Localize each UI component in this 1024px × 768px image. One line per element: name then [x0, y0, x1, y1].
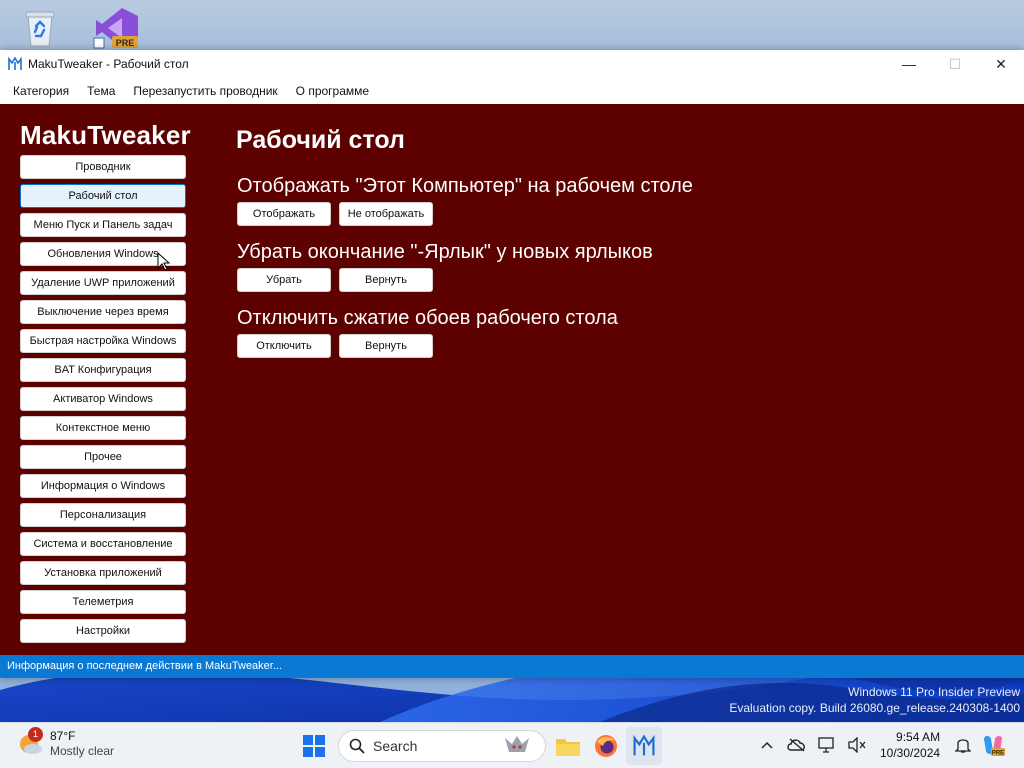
section-show-this-pc: Отображать "Этот Компьютер" на рабочем с…: [237, 175, 693, 226]
makutweaker-app-icon: [8, 57, 22, 70]
sidebar-item-quick-setup[interactable]: Быстрая настройка Windows: [20, 329, 186, 353]
weather-alert-badge: 1: [28, 727, 43, 742]
folder-icon: [556, 739, 580, 756]
section-title: Отображать "Этот Компьютер" на рабочем с…: [237, 175, 693, 197]
sidebar-item-uwp-removal[interactable]: Удаление UWP приложений: [20, 271, 186, 295]
notifications-button[interactable]: [948, 729, 978, 761]
cloud-offline-icon: [787, 738, 805, 752]
start-button[interactable]: [296, 727, 332, 765]
svg-text:PRE: PRE: [116, 38, 135, 48]
sidebar-item-desktop[interactable]: Рабочий стол: [20, 184, 186, 208]
windows-logo-icon: [303, 735, 325, 757]
taskbar: 1 87°F Mostly clear Search 9:54 AM 10/30…: [0, 722, 1024, 768]
section-title: Убрать окончание "-Ярлык" у новых ярлыко…: [237, 241, 653, 263]
sidebar-item-settings[interactable]: Настройки: [20, 619, 186, 643]
mouse-cursor-icon: [157, 252, 171, 271]
weather-temperature: 87°F: [50, 729, 76, 743]
page-title: Рабочий стол: [236, 126, 405, 154]
copilot-icon: PRE: [984, 736, 1006, 757]
sidebar-item-personalization[interactable]: Персонализация: [20, 503, 186, 527]
taskbar-firefox[interactable]: [588, 727, 624, 765]
menu-about[interactable]: О программе: [287, 80, 378, 102]
main-content: MakuTweaker Проводник Рабочий стол Меню …: [0, 104, 1024, 655]
close-icon: ✕: [995, 55, 1007, 72]
tray-volume[interactable]: [842, 729, 872, 761]
maximize-icon: ☐: [948, 55, 962, 72]
tray-onedrive[interactable]: [782, 729, 812, 761]
sidebar-item-start-taskbar[interactable]: Меню Пуск и Панель задач: [20, 213, 186, 237]
makutweaker-window: MakuTweaker - Рабочий стол — ☐ ✕ Категор…: [0, 50, 1024, 678]
minimize-button[interactable]: —: [886, 50, 932, 78]
taskbar-makutweaker[interactable]: [626, 727, 662, 765]
show-this-pc-button[interactable]: Отображать: [237, 202, 331, 226]
app-brand-title: MakuTweaker: [20, 120, 191, 150]
section-wallpaper-compression: Отключить сжатие обоев рабочего стола От…: [237, 307, 618, 358]
maximize-button[interactable]: ☐: [932, 50, 978, 78]
makutweaker-taskbar-icon: [633, 735, 655, 756]
clock-date: 10/30/2024: [880, 746, 941, 760]
restore-compression-button[interactable]: Вернуть: [339, 334, 433, 358]
taskbar-apps: Search: [296, 727, 664, 765]
sidebar-item-context-menu[interactable]: Контекстное меню: [20, 416, 186, 440]
menu-category[interactable]: Категория: [4, 80, 78, 102]
weather-condition: Mostly clear: [50, 744, 115, 758]
tray-display[interactable]: [812, 729, 842, 761]
recycle-bin-icon[interactable]: [18, 6, 62, 50]
window-controls: — ☐ ✕: [886, 50, 1024, 78]
sidebar-nav: Проводник Рабочий стол Меню Пуск и Панел…: [20, 155, 186, 648]
visual-studio-preview-icon[interactable]: PRE: [92, 6, 138, 50]
menu-bar: Категория Тема Перезапустить проводник О…: [0, 78, 1024, 104]
clock-time: 9:54 AM: [896, 730, 941, 744]
sidebar-item-other[interactable]: Прочее: [20, 445, 186, 469]
taskbar-search[interactable]: Search: [338, 730, 546, 762]
minimize-icon: —: [902, 56, 916, 72]
disable-compression-button[interactable]: Отключить: [237, 334, 331, 358]
firefox-icon: [595, 735, 617, 757]
search-icon: [349, 738, 365, 754]
svg-text:PRE: PRE: [992, 751, 1004, 757]
speaker-muted-icon: [848, 737, 866, 753]
taskbar-file-explorer[interactable]: [550, 727, 586, 765]
section-title: Отключить сжатие обоев рабочего стола: [237, 307, 618, 329]
hide-this-pc-button[interactable]: Не отображать: [339, 202, 433, 226]
status-text: Информация о последнем действии в MakuTw…: [7, 660, 283, 672]
system-tray: 9:54 AM 10/30/2024 PRE: [752, 729, 1008, 761]
remove-shortcut-suffix-button[interactable]: Убрать: [237, 268, 331, 292]
weather-widget[interactable]: 1 87°F Mostly clear: [18, 727, 115, 759]
sidebar-item-timed-shutdown[interactable]: Выключение через время: [20, 300, 186, 324]
restore-shortcut-suffix-button[interactable]: Вернуть: [339, 268, 433, 292]
sidebar-item-windows-info[interactable]: Информация о Windows: [20, 474, 186, 498]
menu-restart-explorer[interactable]: Перезапустить проводник: [124, 80, 286, 102]
search-placeholder: Search: [373, 738, 418, 754]
sidebar-item-app-install[interactable]: Установка приложений: [20, 561, 186, 585]
weather-moon-icon: 1: [18, 727, 44, 757]
taskbar-clock[interactable]: 9:54 AM 10/30/2024: [880, 729, 940, 761]
sidebar-item-explorer[interactable]: Проводник: [20, 155, 186, 179]
sidebar-item-telemetry[interactable]: Телеметрия: [20, 590, 186, 614]
window-title: MakuTweaker - Рабочий стол: [28, 57, 189, 71]
menu-theme[interactable]: Тема: [78, 80, 124, 102]
section-shortcut-suffix: Убрать окончание "-Ярлык" у новых ярлыко…: [237, 241, 653, 292]
sidebar-item-system-recovery[interactable]: Система и восстановление: [20, 532, 186, 556]
bell-icon: [955, 739, 972, 753]
sidebar-item-activator[interactable]: Активатор Windows: [20, 387, 186, 411]
copilot-button[interactable]: PRE: [978, 729, 1008, 761]
close-button[interactable]: ✕: [978, 50, 1024, 78]
title-bar[interactable]: MakuTweaker - Рабочий стол — ☐ ✕: [0, 50, 1024, 78]
show-hidden-icons-button[interactable]: [752, 729, 782, 761]
watermark-line-1: Windows 11 Pro Insider Preview: [848, 685, 1020, 699]
watermark-line-2: Evaluation copy. Build 26080.ge_release.…: [729, 701, 1020, 715]
chevron-up-icon: [761, 741, 773, 749]
search-highlight-icon: [505, 736, 529, 752]
monitor-icon: [818, 737, 834, 753]
windows-watermark: Windows 11 Pro Insider Preview Evaluatio…: [729, 684, 1020, 716]
sidebar-item-bat-config[interactable]: BAT Конфигурация: [20, 358, 186, 382]
status-bar: Информация о последнем действии в MakuTw…: [0, 655, 1024, 678]
